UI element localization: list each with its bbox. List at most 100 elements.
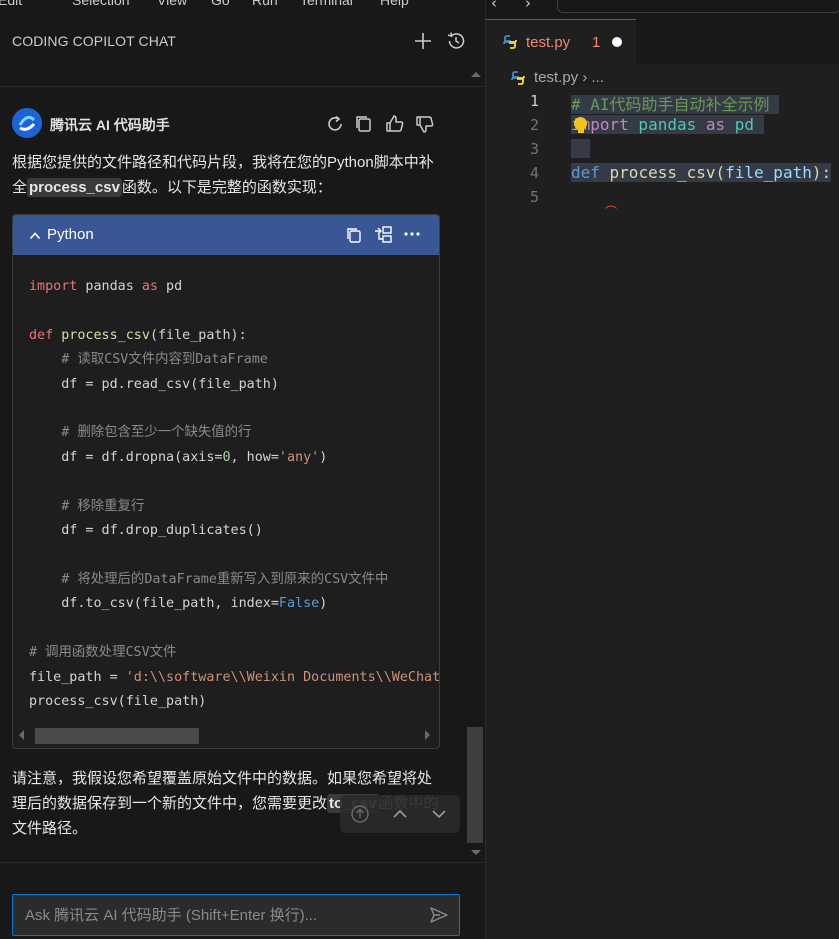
code-line: df = df.dropna(axis=0, how='any') xyxy=(29,446,439,470)
code-line: # 删除包含至少一个缺失值的行 xyxy=(29,425,252,441)
regenerate-icon[interactable] xyxy=(324,113,346,135)
thumbs-down-icon[interactable] xyxy=(414,113,436,135)
history-icon[interactable] xyxy=(445,30,467,52)
line-number: 5 xyxy=(529,188,539,206)
code-token: ) xyxy=(319,449,328,465)
breadcrumb-python-icon xyxy=(511,71,525,85)
code-line: file_path = 'd:\\software\\Weixin Docume… xyxy=(29,666,440,690)
command-center[interactable] xyxy=(557,0,839,13)
code-token: ) xyxy=(319,596,328,612)
input-divider xyxy=(0,862,485,863)
code-token: file_path = xyxy=(29,669,126,685)
code-token: df.to_csv(file_path, index= xyxy=(29,596,279,612)
menu-help[interactable]: Help xyxy=(380,0,409,8)
intro-text-part2: 函数。以下是完整的函数实现： xyxy=(121,179,332,196)
line-number: 3 xyxy=(529,140,539,158)
assistant-name: 腾讯云 AI 代码助手 xyxy=(50,117,170,133)
code-function-name: process_csv xyxy=(599,163,716,182)
code-line: df = df.drop_duplicates() xyxy=(29,523,263,539)
plus-icon[interactable] xyxy=(412,30,434,52)
breadcrumb-more[interactable]: › ... xyxy=(578,69,604,86)
more-actions-icon[interactable] xyxy=(403,231,421,237)
copy-icon[interactable] xyxy=(353,113,375,135)
menu-terminal[interactable]: Terminal xyxy=(300,0,353,8)
code-token: , how= xyxy=(230,449,279,465)
code-line: def process_csv(file_path): xyxy=(29,324,439,348)
previous-message-icon[interactable] xyxy=(392,806,408,822)
code-line: # 调用函数处理CSV文件 xyxy=(29,645,177,661)
code-line: # 移除重复行 xyxy=(29,498,145,514)
code-line: process_csv(file_path) xyxy=(29,693,207,709)
code-token: process_csv xyxy=(61,327,150,343)
editor-line-2[interactable]: import pandas as pd xyxy=(571,115,764,134)
error-squiggle-icon: ⌒ xyxy=(605,205,618,219)
menu-run[interactable]: Run xyxy=(252,0,278,8)
problem-count-badge: 1 xyxy=(592,34,601,51)
scroll-to-top-icon[interactable] xyxy=(350,804,370,824)
selection-tail xyxy=(769,95,780,114)
thumbs-up-icon[interactable] xyxy=(384,113,406,135)
code-token: def xyxy=(29,327,54,343)
forward-arrow-icon[interactable]: › xyxy=(525,0,531,12)
menu-bar: Edit Selection View Go Run Terminal Help xyxy=(0,0,486,10)
selection-blank-line xyxy=(571,139,591,158)
menu-go[interactable]: Go xyxy=(211,0,230,8)
code-token: pandas xyxy=(77,279,142,294)
menu-selection[interactable]: Selection xyxy=(72,0,130,8)
code-comment: # AI代码助手自动补全示例 xyxy=(571,95,770,114)
code-line: # 读取CSV文件内容到DataFrame xyxy=(29,352,268,368)
code-token: 0 xyxy=(222,449,231,465)
code-line: # 将处理后的DataFrame重新写入到原来的CSV文件中 xyxy=(29,571,389,587)
assistant-avatar-icon xyxy=(12,108,42,138)
unsaved-dot-icon[interactable] xyxy=(612,37,622,47)
code-param: file_path xyxy=(725,163,812,182)
code-line: import pandas as pd xyxy=(29,275,439,299)
scroll-up-arrow-icon[interactable] xyxy=(471,72,481,77)
menu-view[interactable]: View xyxy=(157,0,187,8)
code-scroll-thumb[interactable] xyxy=(35,728,199,744)
code-alias: pd xyxy=(725,115,755,134)
code-token: False xyxy=(278,596,320,612)
scroll-down-arrow-icon[interactable] xyxy=(471,850,481,855)
code-language-label: Python xyxy=(47,226,94,243)
chat-scroll-thumb[interactable] xyxy=(467,727,483,843)
header-divider xyxy=(0,86,485,87)
code-module: pandas xyxy=(628,115,706,134)
tab-label: test.py xyxy=(526,34,571,51)
code-keyword: def xyxy=(571,163,600,182)
editor-line-3[interactable] xyxy=(571,139,591,158)
menu-edit[interactable]: Edit xyxy=(0,0,22,8)
chat-input[interactable] xyxy=(12,894,460,936)
code-token: 'any' xyxy=(278,449,320,465)
chat-panel-title: CODING COPILOT CHAT xyxy=(12,33,176,49)
code-token: pd xyxy=(158,279,183,294)
python-file-icon xyxy=(503,35,517,49)
code-token: 'd:\\software\\Weixin Documents\\WeChat xyxy=(125,669,440,685)
code-line: df = pd.read_csv(file_path) xyxy=(29,376,279,392)
breadcrumb-file[interactable]: test.py xyxy=(534,69,578,86)
next-message-icon[interactable] xyxy=(431,806,447,822)
code-punct: ): xyxy=(811,163,832,182)
line-number: 1 xyxy=(529,92,539,110)
code-token: as xyxy=(141,279,158,294)
code-token: import xyxy=(29,279,78,294)
code-keyword: as xyxy=(705,115,726,134)
code-token: (file_path): xyxy=(149,327,247,343)
editor-line-4[interactable]: def process_csv(file_path): xyxy=(571,163,832,182)
send-icon[interactable] xyxy=(428,904,450,926)
code-content: import pandas as pd def process_csv(file… xyxy=(29,275,440,714)
chevron-up-icon[interactable] xyxy=(29,230,41,242)
code-line: df.to_csv(file_path, index=False) xyxy=(29,592,439,616)
insert-code-icon[interactable] xyxy=(373,225,393,245)
breadcrumb[interactable]: test.py › ... xyxy=(534,69,604,86)
copy-code-icon[interactable] xyxy=(345,226,363,244)
scroll-left-arrow-icon[interactable] xyxy=(19,730,24,740)
back-arrow-icon[interactable]: ‹ xyxy=(491,0,497,12)
scroll-right-arrow-icon[interactable] xyxy=(425,730,430,740)
editor-line-1[interactable]: # AI代码助手自动补全示例 xyxy=(571,91,780,115)
code-block: Python import pandas as pd def process_c… xyxy=(12,214,440,749)
